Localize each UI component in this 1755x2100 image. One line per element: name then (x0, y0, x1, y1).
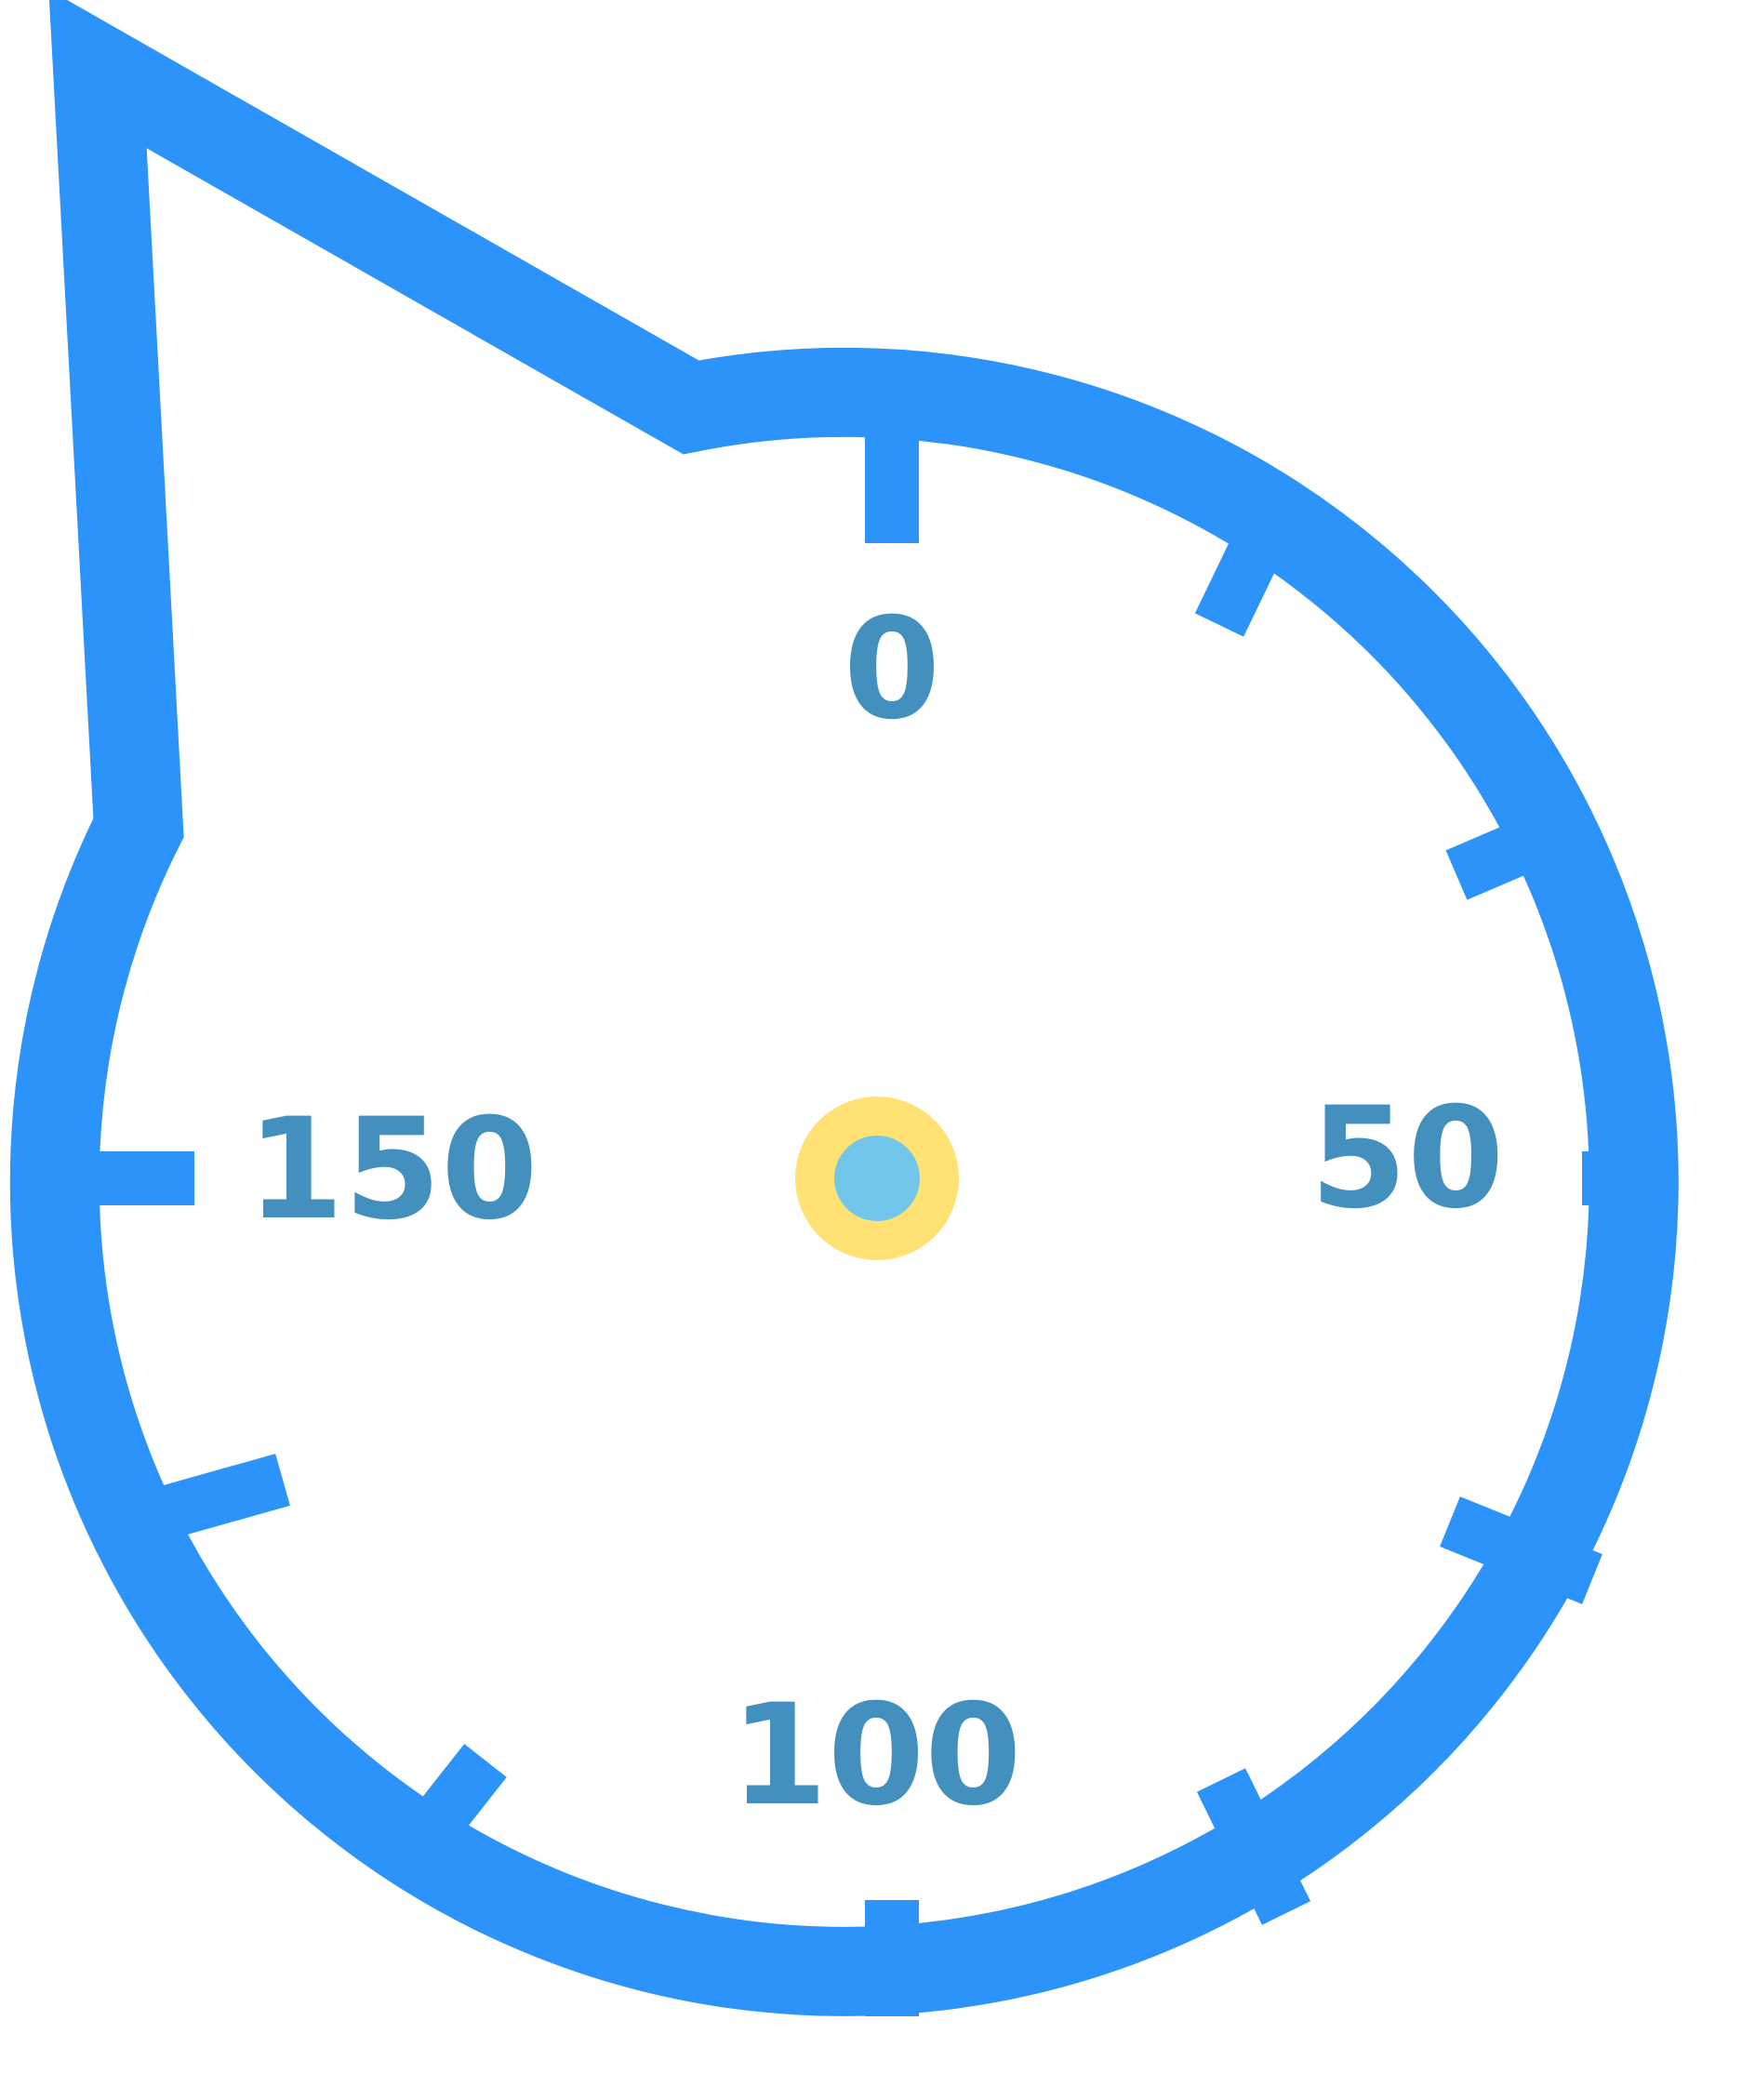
dial-label-bottom: 100 (730, 1675, 1021, 1837)
dial-label-left: 150 (246, 1089, 538, 1251)
dial-graphic: 0 50 100 150 (9, 0, 1679, 2016)
dial-label-right: 50 (1310, 1078, 1505, 1240)
dial-label-top: 0 (844, 589, 940, 751)
center-dot (834, 1136, 920, 1221)
